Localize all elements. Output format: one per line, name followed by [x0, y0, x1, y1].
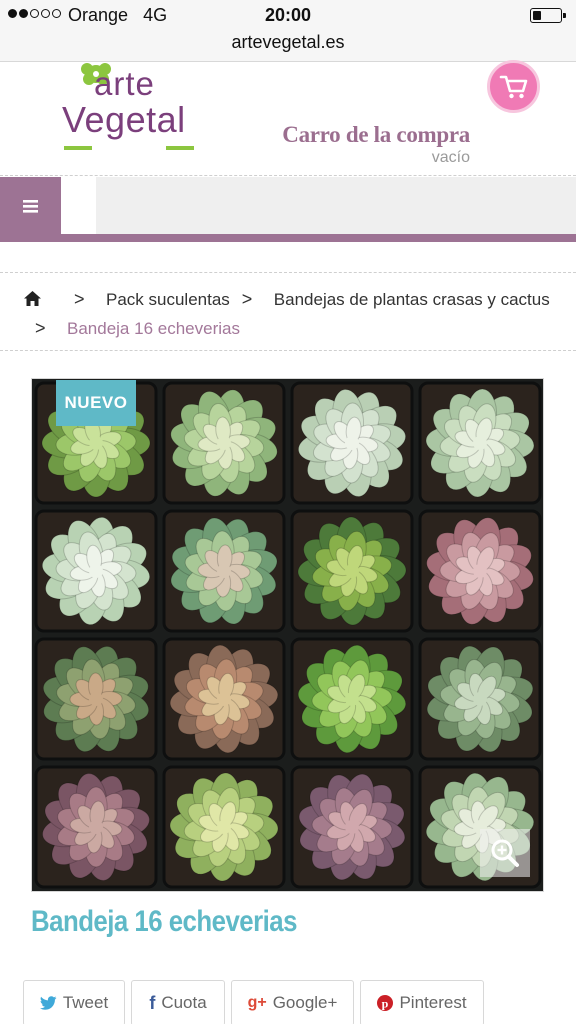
google-plus-share-label: Google+	[272, 993, 338, 1012]
cart-title[interactable]: Carro de la compra	[282, 122, 470, 148]
succulent-plant	[162, 765, 286, 889]
product-title: Bandeja 16 echeverias	[31, 905, 297, 938]
header-divider	[0, 175, 576, 176]
breadcrumb-separator: >	[241, 289, 253, 309]
tweet-button[interactable]: Tweet	[23, 980, 125, 1024]
succulent-plant	[290, 381, 414, 505]
breadcrumb-link-bandejas[interactable]: Bandejas de plantas crasas y cactus	[274, 290, 550, 309]
address-bar-url[interactable]: artevegetal.es	[0, 32, 576, 53]
succulent-plant	[162, 509, 286, 633]
succulent-plant	[34, 765, 158, 889]
google-plus-icon: g+	[247, 994, 267, 1011]
succulent-plant	[418, 637, 542, 761]
new-badge: NUEVO	[56, 380, 136, 426]
nav-bar-accent-line	[0, 234, 576, 242]
menu-button[interactable]	[0, 177, 61, 235]
succulent-plant	[290, 637, 414, 761]
google-plus-share-button[interactable]: g+ Google+	[231, 980, 354, 1024]
facebook-share-button[interactable]: f Cuota	[131, 980, 225, 1024]
breadcrumb: > Pack suculentas > Bandejas de plantas cra…	[23, 286, 563, 342]
zoom-button[interactable]	[480, 829, 530, 877]
battery-level	[533, 11, 541, 20]
breadcrumb-separator: >	[35, 318, 46, 338]
pinterest-share-label: Pinterest	[399, 993, 467, 1012]
twitter-icon	[39, 996, 57, 1010]
breadcrumb-separator: >	[74, 289, 85, 309]
nav-bar-spacer	[61, 177, 96, 234]
cart-status: vacío	[431, 149, 470, 166]
zoom-in-icon	[491, 839, 519, 867]
hamburger-icon	[22, 200, 38, 213]
breadcrumb-top-divider	[0, 272, 576, 273]
breadcrumb-link-pack-suculentas[interactable]: Pack suculentas	[106, 290, 230, 309]
facebook-icon: f	[149, 992, 156, 1013]
logo-word-arte: arte	[94, 65, 155, 102]
succulent-plant	[162, 381, 286, 505]
shopping-cart-icon[interactable]	[487, 60, 540, 113]
facebook-share-label: Cuota	[161, 993, 207, 1012]
succulent-plant	[290, 765, 414, 889]
site-logo[interactable]: arte Vegetal	[58, 62, 254, 158]
succulent-plant	[418, 509, 542, 633]
breadcrumb-current: Bandeja 16 echeverias	[67, 319, 240, 338]
logo-word-vegetal: Vegetal	[62, 99, 186, 140]
home-icon[interactable]	[23, 289, 42, 315]
product-image[interactable]	[31, 378, 544, 892]
tweet-label: Tweet	[62, 993, 109, 1012]
pinterest-icon: p	[377, 995, 394, 1011]
svg-text:p: p	[382, 996, 389, 1010]
succulent-plant	[162, 637, 286, 761]
breadcrumb-bottom-divider	[0, 350, 576, 351]
status-bar: Orange 4G 20:00 artevegetal.es	[0, 0, 576, 62]
succulent-plant	[34, 637, 158, 761]
clock: 20:00	[264, 5, 312, 25]
succulent-plant	[34, 509, 158, 633]
battery-icon	[530, 8, 566, 23]
pinterest-share-button[interactable]: p Pinterest	[360, 980, 484, 1024]
succulent-plant	[290, 509, 414, 633]
succulent-plant	[418, 381, 542, 505]
